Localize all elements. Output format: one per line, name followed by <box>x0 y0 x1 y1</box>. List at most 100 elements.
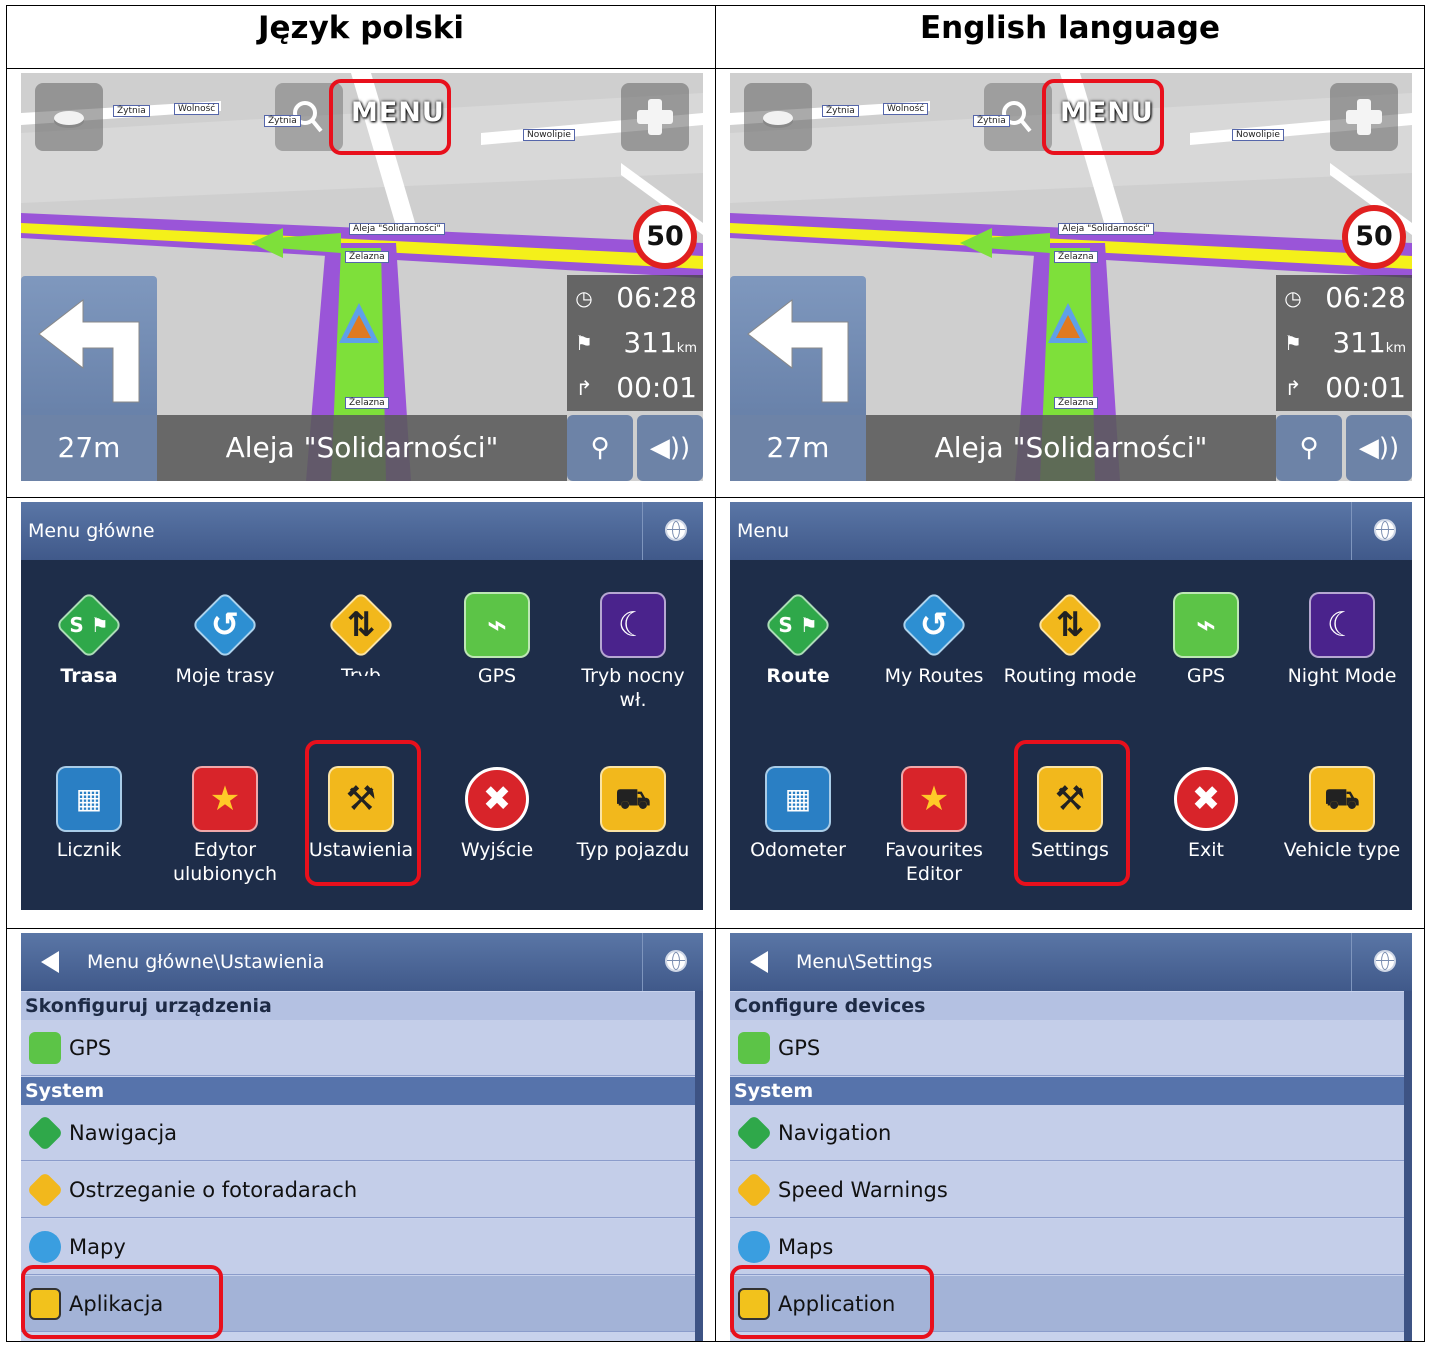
menu-item-gps[interactable]: ⌁ GPS <box>429 590 565 688</box>
menu-item-favourites[interactable]: ★ Favourites Editor <box>866 764 1002 886</box>
globe-icon <box>738 1231 770 1263</box>
menu-item-exit[interactable]: ✖ Exit <box>1138 764 1274 862</box>
gps-satellite-icon <box>29 1032 61 1064</box>
speed-camera-icon <box>26 1171 64 1209</box>
menu-cell-pl: Menu główne S ⚑Trasa ↺Moje trasy ⇅Tryb w… <box>6 497 716 929</box>
settings-item-gps[interactable]: GPS <box>21 1020 695 1076</box>
volume-button[interactable]: ◀)) <box>1346 415 1412 481</box>
arrival-time-row: ◷ 06:28 <box>1276 275 1412 320</box>
street-tag: Żytnia <box>113 105 150 117</box>
street-tag: Żelazna <box>345 251 389 263</box>
settings-item-navigation[interactable]: Navigation <box>730 1105 1404 1161</box>
section-system: System <box>21 1077 695 1105</box>
section-configure-devices: Configure devices <box>730 992 1404 1020</box>
navigation-map-pl[interactable]: MENU Żytnia Wolność Żytnia Nowolipie Ale… <box>21 73 703 481</box>
zoom-in-button[interactable] <box>621 83 689 151</box>
vehicle-type-icon: ⛟ <box>1324 782 1360 815</box>
navigation-map-en[interactable]: MENU Żytnia Wolność Żytnia Nowolipie Ale… <box>730 73 1412 481</box>
speaker-icon: ◀)) <box>1358 433 1400 463</box>
application-highlight <box>21 1265 223 1339</box>
turn-distance: 27m <box>730 415 866 481</box>
night-mode-moon-icon: ☾ <box>1326 605 1358 645</box>
settings-item-speed-warnings[interactable]: Ostrzeganie o fotoradarach <box>21 1162 695 1218</box>
menu-title: Menu główne <box>28 520 155 542</box>
next-turn-panel[interactable]: 27m <box>730 276 866 481</box>
settings-item-speed-warnings[interactable]: Speed Warnings <box>730 1162 1404 1218</box>
next-turn-panel[interactable]: 27m <box>21 276 157 481</box>
trip-info-panel[interactable]: ◷ 06:28 ⚑ 311km ↱ 00:01 <box>1276 275 1412 411</box>
main-menu-en: Menu S ⚑ Route ↺ My Routes ⇅ Routing mode ⌁… <box>730 502 1412 910</box>
section-system: System <box>730 1077 1404 1105</box>
menu-item-odometer[interactable]: ▦ Licznik <box>21 764 157 862</box>
settings-header: Menu\Settings <box>730 933 1412 991</box>
route-icon: S ⚑ <box>778 613 818 637</box>
menu-item-my-routes[interactable]: ↺ My Routes <box>866 590 1002 688</box>
scrollbar[interactable] <box>1404 991 1412 1341</box>
settings-screen-pl: Menu główne\Ustawienia Skonfiguruj urząd… <box>21 933 703 1341</box>
menu-item-my-routes[interactable]: ↺ Moje trasy <box>157 590 293 688</box>
volume-button[interactable]: ◀)) <box>637 415 703 481</box>
zoom-out-icon <box>54 111 84 125</box>
trip-info-panel[interactable]: ◷ 06:28 ⚑ 311km ↱ 00:01 <box>567 275 703 411</box>
gps-status-button[interactable]: ⚲ <box>567 415 633 481</box>
menu-item-route[interactable]: S ⚑ Route <box>730 590 866 688</box>
back-arrow-icon[interactable] <box>41 951 59 973</box>
settings-screen-en: Menu\Settings Configure devices GPS Syst… <box>730 933 1412 1341</box>
menu-item-route[interactable]: S ⚑ Trasa <box>21 590 157 688</box>
back-arrow-icon[interactable] <box>750 951 768 973</box>
menu-item-night-mode[interactable]: ☾ Tryb nocny wł. <box>565 590 701 712</box>
current-street: Aleja "Solidarności" <box>157 415 567 481</box>
turn-distance: 27m <box>21 415 157 481</box>
distance-row: ⚑ 311km <box>567 320 703 365</box>
left-turn-arrow-icon <box>747 298 849 403</box>
breadcrumb: Menu\Settings <box>796 951 933 973</box>
globe-icon[interactable] <box>665 950 687 972</box>
my-routes-icon: ↺ <box>210 605 240 645</box>
favourites-star-icon: ★ <box>918 779 950 819</box>
street-tag: Aleja "Solidarności" <box>1058 223 1154 235</box>
menu-item-vehicle-type[interactable]: ⛟ Typ pojazdu <box>565 764 701 862</box>
satellite-icon: ⚲ <box>590 433 610 463</box>
street-tag: Aleja "Solidarności" <box>349 223 445 235</box>
menu-header: Menu <box>730 502 1412 560</box>
menu-item-exit[interactable]: ✖ Wyjście <box>429 764 565 862</box>
zoom-in-button[interactable] <box>1330 83 1398 151</box>
menu-item-gps[interactable]: ⌁ GPS <box>1138 590 1274 688</box>
menu-highlight <box>329 79 451 155</box>
globe-icon[interactable] <box>1374 519 1396 541</box>
section-configure-devices: Skonfiguruj urządzenia <box>21 992 695 1020</box>
clock-icon: ◷ <box>1284 286 1302 310</box>
checkered-flag-icon: ⚑ <box>575 331 593 355</box>
odometer-calculator-icon: ▦ <box>75 782 103 815</box>
globe-icon[interactable] <box>1374 950 1396 972</box>
speed-limit-sign: 50 <box>633 205 697 269</box>
turn-arrow-icon: ↱ <box>1284 376 1302 400</box>
header-polish: Język polski <box>6 5 716 69</box>
scrollbar[interactable] <box>695 991 703 1341</box>
street-tag: Żelazna <box>1054 251 1098 263</box>
speed-limit-sign: 50 <box>1342 205 1406 269</box>
menu-item-routing-mode[interactable]: ⇅ Routing mode <box>1002 590 1138 688</box>
street-tag: Wolność <box>883 103 929 115</box>
routing-mode-icon: ⇅ <box>346 605 376 645</box>
turn-arrow-icon: ↱ <box>575 376 593 400</box>
zoom-in-icon <box>1344 97 1384 137</box>
menu-item-vehicle-type[interactable]: ⛟ Vehicle type <box>1274 764 1410 862</box>
menu-item-odometer[interactable]: ▦ Odometer <box>730 764 866 862</box>
favourites-star-icon: ★ <box>209 779 241 819</box>
zoom-out-button[interactable] <box>35 83 103 151</box>
gps-status-button[interactable]: ⚲ <box>1276 415 1342 481</box>
street-tag: Nowolipie <box>1232 129 1284 141</box>
vehicle-type-icon: ⛟ <box>615 782 651 815</box>
settings-item-gps[interactable]: GPS <box>730 1020 1404 1076</box>
application-highlight <box>730 1265 934 1339</box>
zoom-out-button[interactable] <box>744 83 812 151</box>
settings-cell-pl: Menu główne\Ustawienia Skonfiguruj urząd… <box>6 928 716 1342</box>
menu-item-night-mode[interactable]: ☾ Night Mode <box>1274 590 1410 688</box>
speaker-icon: ◀)) <box>649 433 691 463</box>
settings-item-navigation[interactable]: Nawigacja <box>21 1105 695 1161</box>
arrival-time-row: ◷ 06:28 <box>567 275 703 320</box>
menu-item-favourites[interactable]: ★ Edytor ulubionych <box>157 764 293 886</box>
menu-item-routing-mode[interactable]: ⇅Tryb wyznaczania trasy <box>293 590 429 676</box>
globe-icon[interactable] <box>665 519 687 541</box>
